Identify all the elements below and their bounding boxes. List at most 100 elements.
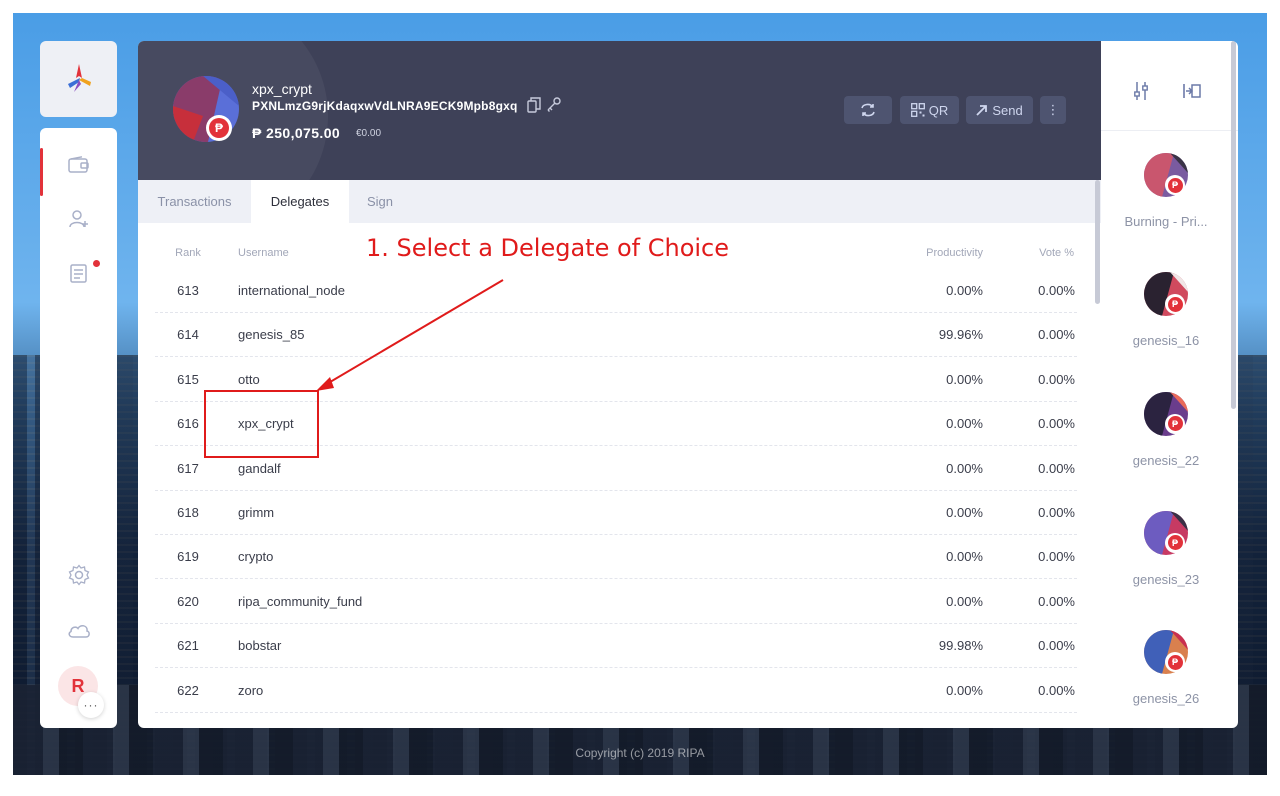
delegate-vote-percent: 0.00%	[1038, 416, 1075, 432]
delegate-username: genesis_85	[238, 327, 305, 343]
header-vote[interactable]: Vote %	[1039, 247, 1074, 259]
delegate-productivity: 0.00%	[946, 505, 983, 520]
sidebar-wallet-label: Burning - Pri...	[1124, 214, 1208, 229]
tab-delegates[interactable]: Delegates	[251, 180, 349, 223]
wallets-sidebar-scrollbar[interactable]	[1231, 41, 1236, 409]
currency-badge-icon: ₱	[1165, 652, 1185, 673]
header-rank[interactable]: Rank	[155, 247, 221, 259]
profile-more-button[interactable]: ···	[78, 692, 104, 718]
send-button[interactable]: Send	[966, 96, 1033, 124]
delegate-vote-percent: 0.00%	[1038, 638, 1075, 654]
sidebar-wallet-item[interactable]: ₱ genesis_23	[1101, 510, 1231, 621]
wallet-tabs: Transactions Delegates Sign	[138, 180, 1101, 223]
delegate-username: bobstar	[238, 638, 282, 654]
add-contact-icon	[68, 210, 88, 228]
sidebar-wallet-label: genesis_23	[1132, 571, 1200, 587]
sidebar-wallet-item[interactable]: ₱ genesis_22	[1101, 391, 1231, 502]
qr-icon	[910, 103, 925, 117]
copy-icon[interactable]	[527, 97, 541, 113]
contacts-icon	[69, 264, 87, 283]
delegate-username: otto	[238, 371, 260, 387]
more-actions-button[interactable]: ⋮	[1040, 96, 1066, 124]
filter-sliders-icon[interactable]	[1134, 81, 1148, 101]
annotation-highlight-box	[204, 390, 319, 458]
wallets-sidebar-toolbar	[1101, 41, 1238, 131]
delegate-vote-percent: 0.00%	[1038, 283, 1075, 298]
delegate-username: international_node	[238, 283, 345, 298]
delegate-username: grimm	[238, 505, 275, 520]
delegate-username: ripa_community_fund	[238, 593, 363, 609]
delegate-vote-percent: 0.00%	[1038, 371, 1075, 387]
cloud-icon	[68, 624, 90, 638]
delegate-productivity: 0.00%	[946, 549, 983, 565]
table-row[interactable]: 614 genesis_85 99.96% 0.00%	[155, 313, 1077, 358]
refresh-button[interactable]	[844, 96, 892, 124]
delegate-vote-percent: 0.00%	[1038, 505, 1075, 520]
sidebar-wallet-label: genesis_26	[1132, 691, 1200, 707]
delegate-rank: 615	[177, 371, 199, 387]
delegate-vote-percent: 0.00%	[1038, 549, 1075, 565]
delegate-username: zoro	[238, 682, 264, 698]
wallet-address: PXNLmzG9rjKdaqxwVdLNRA9ECK9Mpb8gxq	[252, 99, 518, 113]
annotation-text: 1. Select a Delegate of Choice	[366, 234, 729, 262]
sidebar-wallet-label: genesis_16	[1132, 333, 1200, 349]
table-row[interactable]: 618 grimm 0.00% 0.00%	[155, 491, 1077, 535]
header-username[interactable]: Username	[238, 247, 289, 259]
settings-icon	[68, 564, 89, 586]
nav-settings[interactable]	[40, 550, 117, 600]
key-icon[interactable]	[546, 97, 561, 112]
delegate-rank: 613	[177, 283, 199, 298]
delegate-rank: 619	[177, 549, 199, 565]
tab-sign[interactable]: Sign	[349, 180, 411, 223]
delegate-vote-percent: 0.00%	[1038, 460, 1075, 476]
wallet-name: xpx_crypt	[252, 81, 312, 97]
delegate-productivity: 0.00%	[946, 283, 983, 298]
main-scrollbar[interactable]	[1095, 180, 1100, 304]
delegate-productivity: 0.00%	[946, 593, 983, 609]
delegate-productivity: 0.00%	[946, 682, 983, 698]
delegate-vote-percent: 0.00%	[1038, 682, 1075, 698]
wallets-sidebar: ₱ Burning - Pri... ₱ genesis_16 ₱ genesis_22 ₱…	[1101, 41, 1238, 728]
send-arrow-icon	[976, 105, 988, 116]
table-row[interactable]: 620 ripa_community_fund 0.00% 0.00%	[155, 580, 1077, 624]
nav-network[interactable]	[40, 606, 117, 656]
notification-dot	[93, 260, 100, 267]
delegate-productivity: 99.96%	[938, 327, 983, 343]
table-row[interactable]: 613 international_node 0.00% 0.00%	[155, 269, 1077, 313]
refresh-icon	[861, 103, 875, 117]
nav-contacts[interactable]	[40, 248, 117, 298]
delegate-rank: 620	[177, 593, 199, 609]
wallet-header: ₱ xpx_crypt PXNLmzG9rjKdaqxwVdLNRA9ECK9M…	[138, 41, 1101, 180]
table-row[interactable]: 621 bobstar 99.98% 0.00%	[155, 624, 1077, 669]
app-logo[interactable]	[40, 41, 117, 117]
currency-badge-icon: ₱	[1165, 175, 1185, 195]
currency-badge-icon: ₱	[206, 115, 232, 141]
delegate-vote-percent: 0.00%	[1038, 593, 1075, 609]
tab-transactions[interactable]: Transactions	[138, 180, 251, 223]
nav-wallets[interactable]	[40, 140, 117, 196]
delegate-vote-percent: 0.00%	[1038, 327, 1075, 343]
copyright-text: Copyright (c) 2019 RIPA	[575, 746, 705, 760]
wallet-balance: ₱ 250,075.00	[252, 125, 341, 141]
delegate-productivity: 0.00%	[946, 371, 983, 387]
expand-sidebar-icon[interactable]	[1183, 83, 1201, 99]
header-productivity[interactable]: Productivity	[926, 247, 983, 259]
table-row[interactable]: 619 crypto 0.00% 0.00%	[155, 535, 1077, 580]
wallet-fiat-balance: €0.00	[356, 128, 382, 139]
sidebar-wallet-item[interactable]: ₱ Burning - Pri...	[1101, 153, 1231, 263]
delegate-rank: 614	[177, 327, 199, 343]
qr-button[interactable]: QR	[900, 96, 959, 124]
delegate-productivity: 0.00%	[946, 460, 983, 476]
delegate-productivity: 0.00%	[946, 416, 983, 432]
delegate-rank: 618	[177, 505, 199, 520]
delegate-username: crypto	[238, 549, 274, 565]
main-panel: ₱ xpx_crypt PXNLmzG9rjKdaqxwVdLNRA9ECK9M…	[138, 41, 1101, 728]
nav-add-contact[interactable]	[40, 194, 117, 244]
sidebar-wallet-item[interactable]: ₱ genesis_16	[1101, 272, 1231, 382]
sidebar-wallet-label: genesis_22	[1132, 452, 1200, 468]
currency-badge-icon: ₱	[1165, 413, 1185, 434]
delegate-rank: 621	[177, 638, 199, 654]
delegate-rank: 617	[177, 460, 199, 476]
table-row[interactable]: 622 zoro 0.00% 0.00%	[155, 669, 1077, 713]
sidebar-wallet-item[interactable]: ₱ genesis_26	[1101, 630, 1231, 728]
